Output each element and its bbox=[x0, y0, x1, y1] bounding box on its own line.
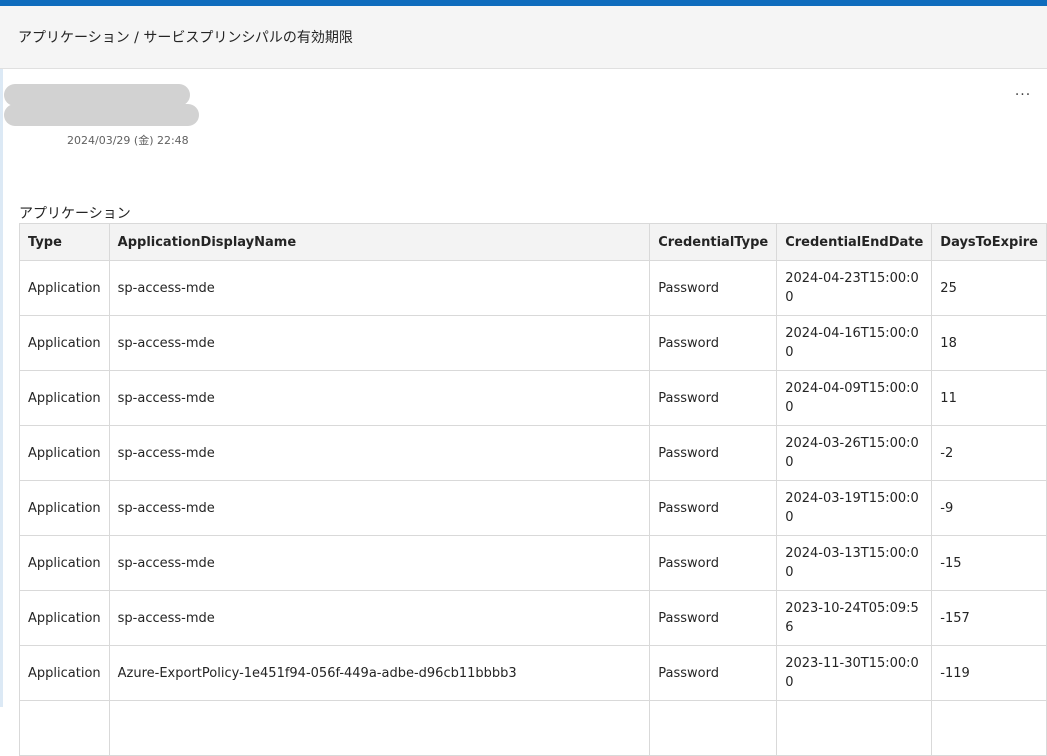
cell-type: Application bbox=[19, 480, 110, 536]
cell-credential-type: Password bbox=[649, 315, 778, 371]
column-header-credential-end-date: CredentialEndDate bbox=[776, 223, 933, 261]
cell-days-to-expire: 18 bbox=[931, 315, 1047, 371]
cell-credential-type: Password bbox=[649, 260, 778, 316]
cell-application-display-name bbox=[108, 700, 651, 756]
table-row: Application sp-access-mde Password 2024-04-… bbox=[19, 315, 1047, 371]
credentials-table: Type ApplicationDisplayName CredentialTy… bbox=[19, 223, 1047, 756]
table-row: Application Azure-ExportPolicy-1e451f94-0… bbox=[19, 645, 1047, 701]
message-header: アプリケーション / サービスプリンシパルの有効期限 bbox=[0, 6, 1047, 69]
cell-credential-type bbox=[649, 700, 778, 756]
table-row: Application sp-access-mde Password 2024-04-… bbox=[19, 370, 1047, 426]
cell-application-display-name: sp-access-mde bbox=[108, 425, 651, 481]
subject-title: アプリケーション / サービスプリンシパルの有効期限 bbox=[18, 30, 353, 46]
cell-credential-end-date: 2024-03-13T15:00:00 bbox=[776, 535, 933, 591]
cell-days-to-expire: -15 bbox=[931, 535, 1047, 591]
message-timestamp: 2024/03/29 (金) 22:48 bbox=[67, 134, 189, 147]
cell-days-to-expire bbox=[931, 700, 1047, 756]
cell-days-to-expire: -9 bbox=[931, 480, 1047, 536]
cell-type: Application bbox=[19, 645, 110, 701]
cell-credential-type: Password bbox=[649, 370, 778, 426]
column-header-credential-type: CredentialType bbox=[649, 223, 778, 261]
cell-type: Application bbox=[19, 370, 110, 426]
cell-days-to-expire: 11 bbox=[931, 370, 1047, 426]
table-row bbox=[19, 700, 1047, 756]
cell-type: Application bbox=[19, 260, 110, 316]
more-actions-button[interactable]: ··· bbox=[1010, 84, 1036, 106]
cell-type: Application bbox=[19, 590, 110, 646]
cell-days-to-expire: -119 bbox=[931, 645, 1047, 701]
cell-credential-end-date: 2024-04-09T15:00:00 bbox=[776, 370, 933, 426]
column-header-days-to-expire: DaysToExpire bbox=[931, 223, 1047, 261]
table-header-row: Type ApplicationDisplayName CredentialTy… bbox=[19, 223, 1047, 261]
cell-application-display-name: sp-access-mde bbox=[108, 260, 651, 316]
cell-application-display-name: sp-access-mde bbox=[108, 535, 651, 591]
cell-credential-type: Password bbox=[649, 535, 778, 591]
cell-type bbox=[19, 700, 110, 756]
cell-credential-end-date: 2024-04-16T15:00:00 bbox=[776, 315, 933, 371]
cell-type: Application bbox=[19, 425, 110, 481]
cell-application-display-name: sp-access-mde bbox=[108, 315, 651, 371]
reading-pane-edge bbox=[0, 69, 3, 707]
cell-credential-end-date: 2023-11-30T15:00:00 bbox=[776, 645, 933, 701]
cell-application-display-name: sp-access-mde bbox=[108, 370, 651, 426]
cell-credential-end-date: 2023-10-24T05:09:56 bbox=[776, 590, 933, 646]
cell-type: Application bbox=[19, 315, 110, 371]
table-row: Application sp-access-mde Password 2024-03-… bbox=[19, 425, 1047, 481]
cell-type: Application bbox=[19, 535, 110, 591]
cell-credential-end-date bbox=[776, 700, 933, 756]
cell-days-to-expire: -2 bbox=[931, 425, 1047, 481]
table-row: Application sp-access-mde Password 2024-03-… bbox=[19, 535, 1047, 591]
cell-application-display-name: Azure-ExportPolicy-1e451f94-056f-449a-ad… bbox=[108, 645, 651, 701]
table-row: Application sp-access-mde Password 2024-04-… bbox=[19, 260, 1047, 316]
cell-credential-type: Password bbox=[649, 425, 778, 481]
cell-credential-end-date: 2024-04-23T15:00:00 bbox=[776, 260, 933, 316]
sender-address-redacted bbox=[4, 104, 199, 126]
cell-application-display-name: sp-access-mde bbox=[108, 480, 651, 536]
sender-name-redacted bbox=[4, 84, 190, 106]
cell-credential-type: Password bbox=[649, 480, 778, 536]
section-title: アプリケーション bbox=[19, 206, 131, 222]
cell-application-display-name: sp-access-mde bbox=[108, 590, 651, 646]
table-row: Application sp-access-mde Password 2024-03-… bbox=[19, 480, 1047, 536]
cell-credential-type: Password bbox=[649, 590, 778, 646]
column-header-application-display-name: ApplicationDisplayName bbox=[108, 223, 651, 261]
cell-days-to-expire: -157 bbox=[931, 590, 1047, 646]
cell-credential-end-date: 2024-03-26T15:00:00 bbox=[776, 425, 933, 481]
cell-credential-end-date: 2024-03-19T15:00:00 bbox=[776, 480, 933, 536]
table-row: Application sp-access-mde Password 2023-10-… bbox=[19, 590, 1047, 646]
column-header-type: Type bbox=[19, 223, 110, 261]
cell-days-to-expire: 25 bbox=[931, 260, 1047, 316]
cell-credential-type: Password bbox=[649, 645, 778, 701]
table-body: Application sp-access-mde Password 2024-04-… bbox=[19, 260, 1047, 756]
